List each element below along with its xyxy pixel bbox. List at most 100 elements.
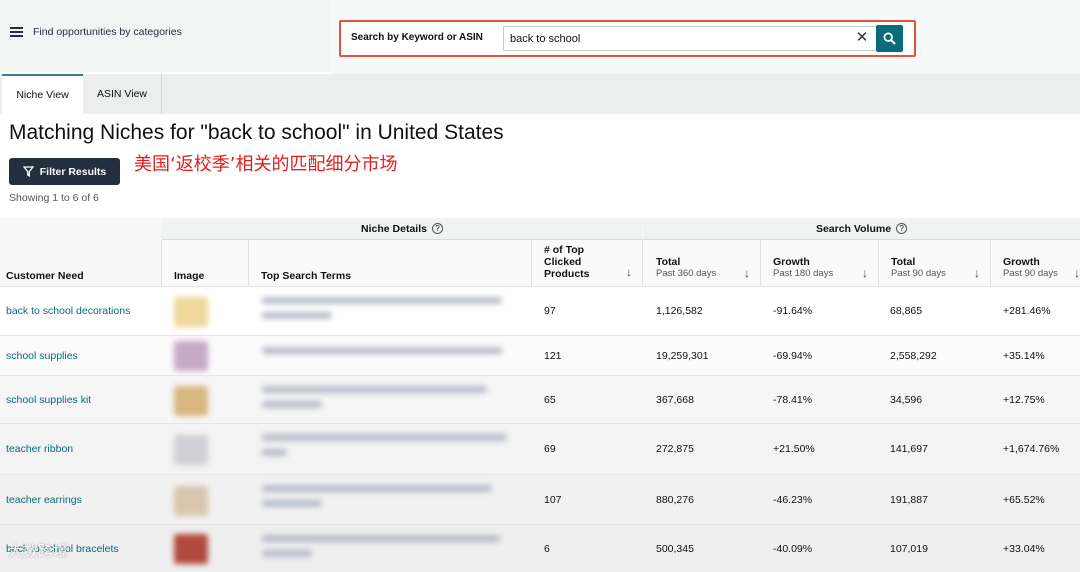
tab-asin-view[interactable]: ASIN View bbox=[83, 74, 162, 114]
column-image: Image bbox=[162, 240, 249, 286]
top-clicked-value: 6 bbox=[544, 542, 550, 555]
growth-180-value: -40.09% bbox=[773, 542, 813, 555]
top-clicked-header: # of Top Clicked Products bbox=[544, 244, 590, 280]
growth-90-header: Growth bbox=[1003, 256, 1040, 268]
growth-90-value: +1,674.76% bbox=[1003, 443, 1060, 455]
total-360-value: 880,276 bbox=[656, 493, 694, 506]
top-bar: Find opportunities by categories Search … bbox=[0, 0, 1080, 74]
watermark: 大数跨境 bbox=[8, 540, 68, 561]
top-clicked-value: 121 bbox=[544, 349, 562, 362]
customer-need-link[interactable]: teacher earrings bbox=[6, 475, 82, 524]
niche-details-label: Niche Details bbox=[361, 222, 427, 235]
growth-180-value: -91.64% bbox=[773, 305, 813, 317]
growth-180-value: -78.41% bbox=[773, 393, 813, 406]
categories-menu-label: Find opportunities by categories bbox=[33, 26, 182, 38]
column-growth-90[interactable]: Growth Past 90 days ↓ bbox=[991, 240, 1080, 286]
customer-need-link[interactable]: back to school decorations bbox=[6, 287, 130, 335]
sort-arrow-icon[interactable]: ↓ bbox=[974, 266, 980, 280]
top-clicked-value: 69 bbox=[544, 443, 556, 455]
category-nav: Find opportunities by categories bbox=[0, 0, 330, 72]
column-total-360[interactable]: Total Past 360 days ↓ bbox=[643, 240, 761, 286]
total-90-header: Total bbox=[891, 256, 916, 268]
table-row: school supplies kit 65 367,668 -78.41% 3… bbox=[0, 375, 1080, 423]
categories-menu-button[interactable]: Find opportunities by categories bbox=[10, 26, 182, 38]
customer-need-link[interactable]: school supplies bbox=[6, 336, 78, 375]
sort-arrow-icon[interactable]: ↓ bbox=[744, 266, 750, 280]
filter-results-label: Filter Results bbox=[39, 165, 107, 178]
column-customer-need[interactable]: Customer Need bbox=[0, 240, 162, 286]
growth-180-value: +21.50% bbox=[773, 443, 815, 455]
sort-arrow-icon[interactable]: ↓ bbox=[1074, 266, 1080, 280]
search-input[interactable] bbox=[503, 26, 876, 51]
search-button[interactable] bbox=[876, 25, 903, 52]
total-90-value: 2,558,292 bbox=[890, 349, 937, 362]
clear-search-button[interactable]: ✕ bbox=[853, 29, 871, 47]
image-header: Image bbox=[174, 270, 205, 282]
blurred-search-terms bbox=[262, 297, 512, 327]
growth-90-value: +281.46% bbox=[1003, 305, 1051, 317]
results-count: Showing 1 to 6 of 6 bbox=[9, 192, 99, 204]
view-tabs: Niche View ASIN View bbox=[0, 74, 1080, 114]
search-volume-label: Search Volume bbox=[815, 222, 892, 235]
column-growth-180[interactable]: Growth Past 180 days ↓ bbox=[761, 240, 879, 286]
top-clicked-value: 65 bbox=[544, 393, 556, 406]
blurred-search-terms bbox=[262, 535, 512, 565]
product-thumbnail bbox=[174, 341, 208, 371]
page-title: Matching Niches for "back to school" in … bbox=[9, 121, 504, 144]
total-360-value: 500,345 bbox=[656, 542, 694, 555]
search-label: Search by Keyword or ASIN bbox=[351, 32, 483, 43]
sort-arrow-icon[interactable]: ↓ bbox=[626, 266, 632, 278]
blurred-search-terms bbox=[262, 347, 512, 362]
table-row: back to school decorations 97 1,126,582 … bbox=[0, 286, 1080, 335]
help-icon[interactable]: ? bbox=[431, 223, 443, 234]
growth-180-value: -46.23% bbox=[773, 493, 813, 506]
blurred-search-terms bbox=[262, 434, 512, 464]
filter-results-button[interactable]: Filter Results bbox=[9, 158, 120, 185]
hamburger-icon bbox=[10, 27, 23, 37]
search-box: Search by Keyword or ASIN ✕ bbox=[339, 20, 916, 57]
column-total-90[interactable]: Total Past 90 days ↓ bbox=[879, 240, 991, 286]
total-90-value: 107,019 bbox=[890, 542, 928, 555]
growth-90-value: +65.52% bbox=[1003, 493, 1045, 506]
product-thumbnail bbox=[174, 435, 208, 465]
total-360-value: 19,259,301 bbox=[656, 349, 709, 362]
growth-90-sub: Past 90 days bbox=[1003, 268, 1058, 279]
search-volume-group-header: Search Volume ? bbox=[643, 218, 1080, 240]
table-row: back to school bracelets 6 500,345 -40.0… bbox=[0, 524, 1080, 572]
product-thumbnail bbox=[174, 386, 208, 416]
growth-90-value: +35.14% bbox=[1003, 349, 1045, 362]
product-thumbnail bbox=[174, 297, 208, 327]
sort-arrow-icon[interactable]: ↓ bbox=[862, 266, 868, 280]
top-clicked-value: 97 bbox=[544, 305, 556, 317]
customer-need-header: Customer Need bbox=[6, 270, 84, 282]
table-row: teacher ribbon 69 272,875 +21.50% 141,69… bbox=[0, 423, 1080, 474]
table-row: teacher earrings 107 880,276 -46.23% 191… bbox=[0, 474, 1080, 524]
product-thumbnail bbox=[174, 486, 208, 516]
growth-180-value: -69.94% bbox=[773, 349, 813, 362]
total-90-value: 68,865 bbox=[890, 305, 923, 317]
top-search-terms-header: Top Search Terms bbox=[261, 270, 352, 282]
total-90-value: 34,596 bbox=[890, 393, 923, 406]
help-icon[interactable]: ? bbox=[896, 223, 908, 234]
search-icon bbox=[883, 32, 896, 45]
column-top-search-terms: Top Search Terms bbox=[249, 240, 532, 286]
tab-niche-view[interactable]: Niche View bbox=[2, 74, 83, 114]
customer-need-link[interactable]: teacher ribbon bbox=[6, 424, 73, 474]
table-row: school supplies 121 19,259,301 -69.94% 2… bbox=[0, 335, 1080, 375]
header-spacer bbox=[0, 218, 162, 240]
product-thumbnail bbox=[174, 534, 208, 564]
growth-180-header: Growth bbox=[773, 256, 810, 268]
total-360-header: Total bbox=[656, 256, 681, 268]
growth-90-value: +33.04% bbox=[1003, 542, 1045, 555]
customer-need-link[interactable]: school supplies kit bbox=[6, 376, 91, 423]
chinese-annotation: 美国‘返校季’相关的匹配细分市场 bbox=[134, 154, 398, 175]
total-360-value: 367,668 bbox=[656, 393, 694, 406]
niche-table: Niche Details ? Search Volume ? Customer… bbox=[0, 218, 1080, 572]
total-360-value: 1,126,582 bbox=[656, 305, 703, 317]
total-360-value: 272,875 bbox=[656, 443, 694, 455]
column-top-clicked[interactable]: # of Top Clicked Products ↓ bbox=[532, 240, 643, 286]
total-90-value: 191,887 bbox=[890, 493, 928, 506]
total-90-value: 141,697 bbox=[890, 443, 928, 455]
growth-90-value: +12.75% bbox=[1003, 393, 1045, 406]
filter-icon bbox=[22, 166, 34, 177]
